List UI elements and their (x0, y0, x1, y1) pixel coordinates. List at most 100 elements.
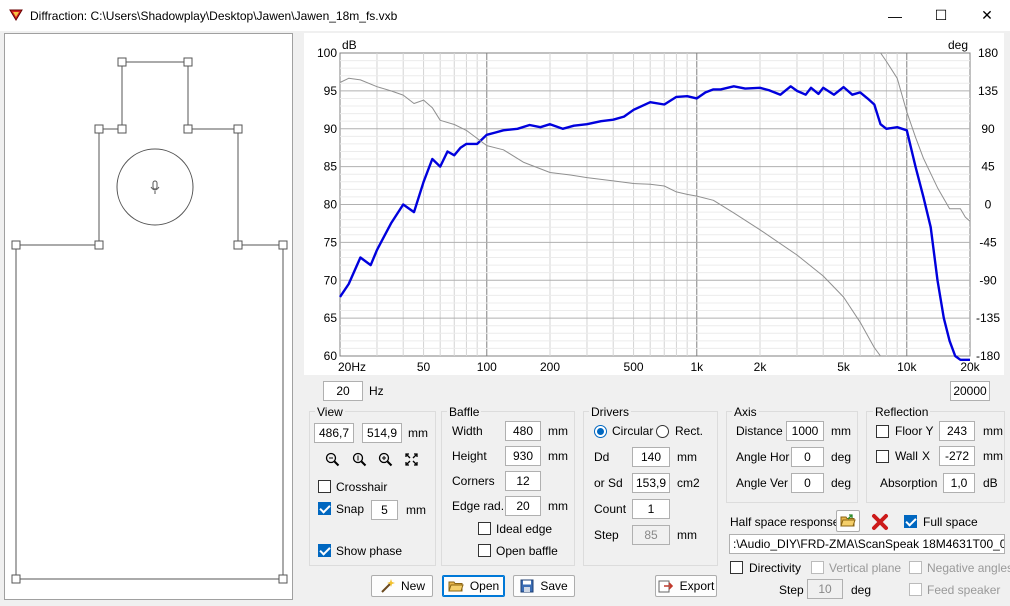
distance-label: Distance (736, 424, 783, 438)
snap-label: Snap (336, 502, 365, 516)
freq-max-input[interactable]: 20000 (950, 381, 990, 401)
view-unit: mm (408, 426, 428, 440)
floor-label: Floor Y (895, 424, 934, 438)
corner-handle (183, 124, 193, 134)
view-x-input[interactable]: 486,7 (314, 423, 354, 443)
zoom-reset-icon[interactable] (351, 451, 368, 468)
x-tick-label: 100 (477, 360, 497, 374)
circular-radio[interactable] (594, 425, 607, 438)
crosshair-checkbox[interactable] (318, 480, 331, 493)
sd-input[interactable]: 153,9 (632, 473, 670, 493)
rect-radio[interactable] (656, 425, 669, 438)
wall-checkbox[interactable] (876, 450, 889, 463)
baffle-outline (11, 57, 288, 584)
fit-to-window-icon[interactable] (403, 451, 420, 468)
y2-tick-label: 180 (978, 46, 998, 60)
snap-input[interactable]: 5 (371, 500, 398, 520)
dd-unit: mm (677, 450, 697, 464)
absorption-input[interactable]: 1,0 (943, 473, 975, 493)
snap-checkbox[interactable] (318, 502, 331, 515)
full-space-checkbox[interactable] (904, 515, 917, 528)
width-input[interactable]: 480 (505, 421, 541, 441)
ideal-edge-checkbox[interactable] (478, 522, 491, 535)
new-label: New (400, 579, 425, 593)
dd-label: Dd (594, 450, 610, 464)
floppy-disk-icon (520, 579, 534, 593)
directivity-step-label: Step (779, 583, 804, 597)
feed-speaker-checkbox[interactable] (909, 583, 922, 596)
corner-handle (11, 240, 21, 250)
count-input[interactable]: 1 (632, 499, 670, 519)
wall-input[interactable]: -272 (939, 446, 975, 466)
freq-unit-label: Hz (369, 384, 384, 398)
corner-handle (117, 57, 127, 67)
y2-tick-label: 0 (985, 198, 992, 212)
show-phase-checkbox[interactable] (318, 544, 331, 557)
open-button[interactable]: Open (442, 575, 505, 597)
vertical-plane-checkbox[interactable] (811, 561, 824, 574)
angle-ver-input[interactable]: 0 (791, 473, 824, 493)
height-input[interactable]: 930 (505, 446, 541, 466)
clear-frd-icon[interactable] (870, 512, 890, 532)
wall-unit: mm (983, 449, 1003, 463)
zoom-in-icon[interactable] (377, 451, 394, 468)
y-tick-label: 90 (324, 122, 338, 136)
new-button[interactable]: New (371, 575, 433, 597)
maximize-button[interactable]: ☐ (918, 0, 964, 31)
height-unit: mm (548, 449, 568, 463)
x-tick-label: 5k (837, 360, 851, 374)
frd-file-input[interactable]: :\Audio_DIY\FRD-ZMA\ScanSpeak 18M4631T00… (729, 534, 1005, 554)
distance-input[interactable]: 1000 (786, 421, 824, 441)
baffle-canvas[interactable] (4, 33, 293, 600)
corners-label: Corners (452, 474, 495, 488)
vertical-plane-label: Vertical plane (829, 561, 902, 575)
view-y-input[interactable]: 514,9 (362, 423, 402, 443)
negative-angles-checkbox[interactable] (909, 561, 922, 574)
count-label: Count (594, 502, 627, 516)
open-baffle-label: Open baffle (496, 544, 558, 558)
x-tick-label: 1k (690, 360, 704, 374)
x-tick-label: 20k (960, 360, 980, 374)
corner-handle (94, 240, 104, 250)
show-phase-label: Show phase (336, 544, 403, 558)
x-tick-label: 500 (624, 360, 644, 374)
zoom-out-icon[interactable] (324, 451, 341, 468)
full-space-label: Full space (923, 515, 978, 529)
floor-input[interactable]: 243 (939, 421, 975, 441)
y2-tick-label: -135 (976, 311, 1000, 325)
x-tick-label: 10k (897, 360, 917, 374)
y-tick-label: 75 (324, 235, 338, 249)
directivity-step-unit: deg (851, 583, 872, 597)
save-button[interactable]: Save (513, 575, 575, 597)
floor-checkbox[interactable] (876, 425, 889, 438)
ideal-edge-label: Ideal edge (496, 522, 553, 536)
feed-speaker-label: Feed speaker (927, 583, 1001, 597)
dd-input[interactable]: 140 (632, 447, 670, 467)
frequency-response-chart: 100 95 90 85 80 75 70 65 60 180 135 90 45 0 -45 -90 -135… (304, 33, 1004, 375)
directivity-checkbox[interactable] (730, 561, 743, 574)
open-baffle-checkbox[interactable] (478, 544, 491, 557)
corners-input[interactable]: 12 (505, 471, 541, 491)
corner-handle (117, 124, 127, 134)
distance-unit: mm (831, 424, 851, 438)
close-button[interactable]: ✕ (964, 0, 1010, 31)
corner-handle (233, 240, 243, 250)
corner-handle (183, 57, 193, 67)
angle-hor-input[interactable]: 0 (791, 447, 824, 467)
circular-label: Circular (612, 424, 654, 438)
angle-hor-unit: deg (831, 450, 852, 464)
driver-step-unit: mm (677, 528, 697, 542)
driver-step-input: 85 (632, 525, 670, 545)
freq-min-input[interactable]: 20 (323, 381, 363, 401)
x-tick-label: 200 (540, 360, 560, 374)
width-unit: mm (548, 424, 568, 438)
directivity-step-input: 10 (807, 579, 843, 599)
edge-input[interactable]: 20 (505, 496, 541, 516)
open-frd-button[interactable] (836, 510, 860, 532)
export-button[interactable]: Export (655, 575, 717, 597)
corner-handle (94, 124, 104, 134)
y-tick-label: 95 (324, 84, 338, 98)
folder-open-icon (840, 514, 856, 527)
width-label: Width (452, 424, 483, 438)
minimize-button[interactable]: — (872, 0, 918, 31)
